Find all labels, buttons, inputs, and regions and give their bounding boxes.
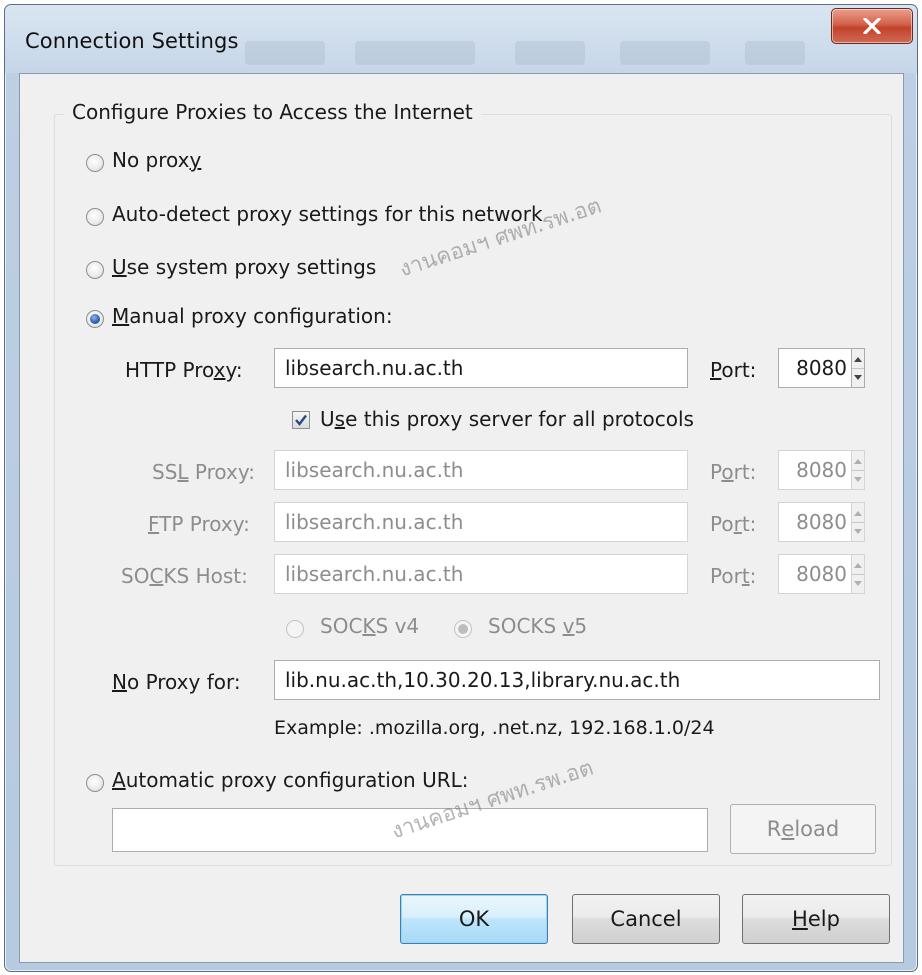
checkmark-icon	[295, 414, 307, 426]
manual-proxy-radio[interactable]	[86, 310, 104, 328]
http-port-label: Port:	[710, 358, 757, 382]
socks-port-label: Port:	[710, 564, 757, 588]
spin-down-icon[interactable]	[852, 368, 864, 387]
no-proxy-for-input[interactable]: lib.nu.ac.th,10.30.20.13,library.nu.ac.t…	[274, 660, 880, 700]
manual-proxy-label[interactable]: Manual proxy configuration:	[112, 304, 393, 328]
close-x-icon	[863, 18, 881, 34]
reload-button[interactable]: Re load	[730, 804, 876, 854]
ssl-port-input[interactable]: 8080	[778, 450, 852, 490]
connection-settings-dialog: Connection Settings Configure Proxies to…	[4, 4, 918, 972]
auto-detect-radio[interactable]	[86, 208, 104, 226]
socks-port-input[interactable]: 8080	[778, 554, 852, 594]
radio-selected-dot	[458, 624, 468, 634]
auto-url-radio[interactable]	[86, 774, 104, 792]
http-proxy-input[interactable]: libsearch.nu.ac.th	[274, 348, 688, 388]
group-legend: Configure Proxies to Access the Internet	[64, 100, 481, 124]
background-tab-ghost	[355, 41, 475, 65]
use-for-all-checkbox[interactable]	[292, 411, 310, 429]
ftp-port-spinner[interactable]	[851, 502, 865, 542]
socks-host-label: SOCKS Host:	[121, 564, 248, 588]
radio-selected-dot	[90, 314, 100, 324]
ssl-port-spinner[interactable]	[851, 450, 865, 490]
socks-port-spinner[interactable]	[851, 554, 865, 594]
dialog-body: Configure Proxies to Access the Internet…	[19, 73, 904, 963]
http-proxy-label: HTTP Proxy:	[125, 358, 243, 382]
background-tab-ghost	[620, 41, 710, 65]
no-proxy-for-label: No Proxy for:	[112, 670, 241, 694]
socks-v4-label[interactable]: SOCKS v4	[320, 614, 419, 638]
spin-up-icon[interactable]	[852, 451, 864, 471]
ssl-proxy-input[interactable]: libsearch.nu.ac.th	[274, 450, 688, 490]
spin-up-icon[interactable]	[852, 555, 864, 575]
system-proxy-label[interactable]: Use system proxy settings	[112, 255, 376, 279]
http-port-spinner[interactable]	[851, 348, 865, 388]
spin-down-icon[interactable]	[852, 522, 864, 541]
socks-v5-radio[interactable]	[454, 620, 472, 638]
cancel-button[interactable]: Cancel	[572, 894, 720, 944]
socks-v5-label[interactable]: SOCKS v5	[488, 614, 587, 638]
spin-down-icon[interactable]	[852, 574, 864, 593]
no-proxy-radio[interactable]	[86, 154, 104, 172]
ftp-proxy-input[interactable]: libsearch.nu.ac.th	[274, 502, 688, 542]
spin-up-icon[interactable]	[852, 349, 864, 369]
use-for-all-label[interactable]: Use this proxy server for all protocols	[320, 407, 694, 431]
auto-url-input[interactable]	[112, 808, 708, 852]
system-proxy-radio[interactable]	[86, 261, 104, 279]
help-button[interactable]: Help	[742, 894, 890, 944]
ssl-proxy-label: SSL Proxy:	[152, 460, 255, 484]
proxy-groupbox	[54, 114, 892, 866]
close-button[interactable]	[831, 8, 913, 44]
background-tab-ghost	[515, 41, 585, 65]
ok-button[interactable]: OK	[400, 894, 548, 944]
background-tab-ghost	[245, 41, 325, 65]
socks-host-input[interactable]: libsearch.nu.ac.th	[274, 554, 688, 594]
ssl-port-label: Port:	[710, 460, 757, 484]
ftp-port-input[interactable]: 8080	[778, 502, 852, 542]
ftp-port-label: Port:	[710, 512, 757, 536]
auto-detect-label[interactable]: Auto-detect proxy settings for this netw…	[112, 202, 543, 226]
no-proxy-label[interactable]: No proxy	[112, 148, 201, 172]
auto-url-label[interactable]: Automatic proxy configuration URL:	[112, 768, 469, 792]
no-proxy-example-text: Example: .mozilla.org, .net.nz, 192.168.…	[274, 717, 715, 739]
spin-down-icon[interactable]	[852, 470, 864, 489]
socks-v4-radio[interactable]	[286, 620, 304, 638]
window-title: Connection Settings	[25, 29, 239, 53]
background-tab-ghost	[745, 41, 805, 65]
http-port-input[interactable]: 8080	[778, 348, 852, 388]
spin-up-icon[interactable]	[852, 503, 864, 523]
ftp-proxy-label: FTP Proxy:	[148, 512, 250, 536]
